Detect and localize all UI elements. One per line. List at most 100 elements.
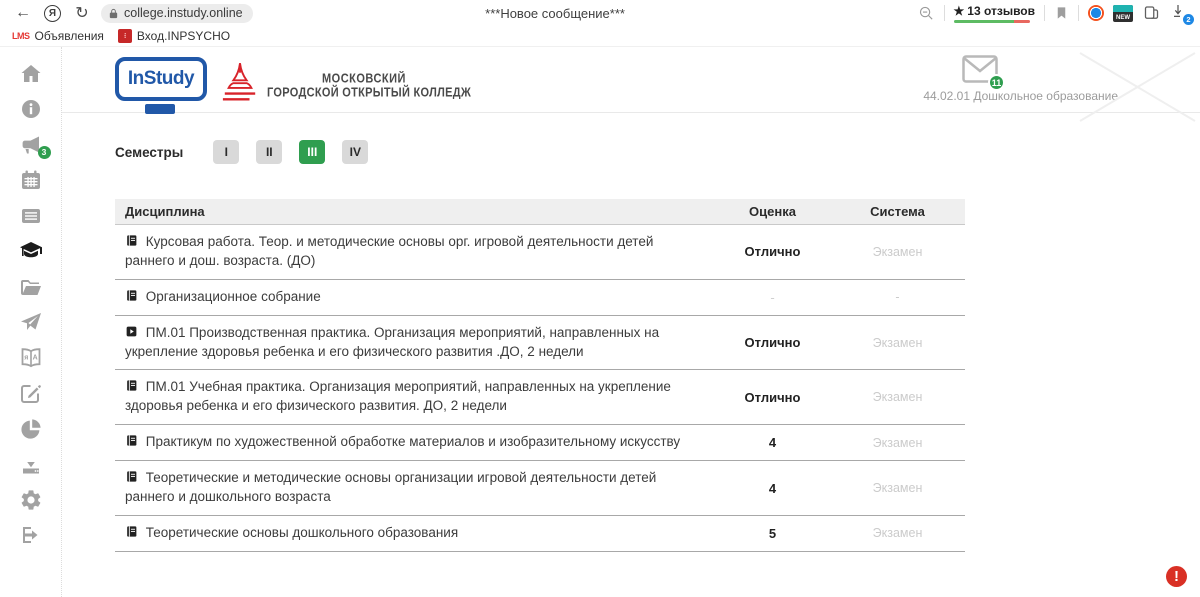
table-row[interactable]: Теоретические основы дошкольного образов… <box>115 516 965 552</box>
sidebar-item-education[interactable] <box>14 234 48 270</box>
system-value: Экзамен <box>830 526 965 540</box>
bookmark-lms[interactable]: LMS Объявления <box>8 29 108 43</box>
grade-value: Отлично <box>715 335 830 350</box>
column-grade: Оценка <box>715 204 830 219</box>
app-window: ← Я ↻ college.instudy.online ***Новое со… <box>0 0 1200 597</box>
table-header: Дисциплина Оценка Система <box>115 199 965 225</box>
sidebar-item-settings[interactable] <box>14 482 48 518</box>
logout-icon <box>19 523 43 547</box>
sidebar-item-info[interactable] <box>14 92 48 128</box>
address-bar[interactable]: college.instudy.online <box>101 4 253 23</box>
semester-button-I[interactable]: I <box>213 140 239 164</box>
sidebar-item-calendar[interactable] <box>14 163 48 199</box>
table-row[interactable]: Теоретические и методические основы орга… <box>115 461 965 516</box>
bookmark-flag-icon[interactable] <box>1054 5 1069 21</box>
semester-button-IV[interactable]: IV <box>342 140 368 164</box>
refresh-icon[interactable]: ↻ <box>69 3 95 23</box>
grades-table: Дисциплина Оценка Система Курсовая работ… <box>115 199 965 552</box>
bookmarks-bar: LMS Объявления Вход.INPSYCHO <box>0 26 1200 47</box>
sidebar-item-journal[interactable] <box>14 198 48 234</box>
bookmark-inpsycho[interactable]: Вход.INPSYCHO <box>114 29 234 43</box>
browser-toolbar: ← Я ↻ college.instudy.online ***Новое со… <box>0 0 1200 26</box>
semester-button-II[interactable]: II <box>256 140 282 164</box>
list-icon <box>19 204 43 228</box>
yandex-browser-icon[interactable]: Я <box>44 5 61 22</box>
college-name: МОСКОВСКИЙ ГОРОДСКОЙ ОТКРЫТЫЙ КОЛЛЕДЖ <box>267 72 471 100</box>
table-row[interactable]: Курсовая работа. Теор. и методические ос… <box>115 225 965 280</box>
reviews-rating-bar <box>954 20 1030 23</box>
close-icon[interactable] <box>1075 51 1200 123</box>
discipline-title: Практикум по художественной обработке ма… <box>115 433 715 452</box>
info-icon <box>19 97 43 121</box>
lock-icon <box>108 7 119 20</box>
discipline-title: ПМ.01 Учебная практика. Организация меро… <box>115 378 715 416</box>
system-value: Экзамен <box>830 436 965 450</box>
divider <box>1044 5 1045 21</box>
folder-icon <box>19 275 43 299</box>
column-system: Система <box>830 204 965 219</box>
divider <box>1078 5 1079 21</box>
column-discipline: Дисциплина <box>115 204 715 219</box>
grade-value: 4 <box>715 435 830 450</box>
table-row[interactable]: Практикум по художественной обработке ма… <box>115 425 965 461</box>
pie-chart-icon <box>19 417 43 441</box>
browser-extension-icon[interactable] <box>1088 5 1104 21</box>
download-icon <box>19 452 43 476</box>
gear-icon <box>19 488 43 512</box>
table-row[interactable]: ПМ.01 Производственная практика. Организ… <box>115 316 965 371</box>
grade-value: 5 <box>715 526 830 541</box>
sidebar-item-logout[interactable] <box>14 518 48 554</box>
new-extension-icon[interactable]: NEW <box>1113 5 1133 22</box>
error-notification-icon[interactable]: ! <box>1166 566 1187 587</box>
sidebar-item-statistics[interactable] <box>14 411 48 447</box>
grade-value: Отлично <box>715 390 830 405</box>
book-icon <box>125 234 138 247</box>
sidebar-item-messages[interactable] <box>14 305 48 341</box>
table-row[interactable]: Организационное собрание-- <box>115 280 965 316</box>
sidebar-item-translate[interactable]: Aя <box>14 340 48 376</box>
kremlin-tower-icon <box>221 61 259 111</box>
translate-icon: Aя <box>19 346 43 370</box>
star-icon: ★ <box>954 4 965 18</box>
table-row[interactable]: ПМ.01 Учебная практика. Организация меро… <box>115 370 965 425</box>
discipline-title: Курсовая работа. Теор. и методические ос… <box>115 233 715 271</box>
downloads-button[interactable]: 2 <box>1170 3 1190 23</box>
reviews-widget[interactable]: ★13 отзывов <box>954 4 1036 23</box>
zoom-out-icon[interactable] <box>918 5 935 22</box>
back-icon[interactable]: ← <box>10 4 36 22</box>
grade-value: - <box>715 290 830 305</box>
book-icon <box>125 289 138 302</box>
sidebar-item-home[interactable] <box>14 56 48 92</box>
college-logo: МОСКОВСКИЙ ГОРОДСКОЙ ОТКРЫТЫЙ КОЛЛЕДЖ <box>221 61 471 111</box>
sidebar-badge: 3 <box>38 146 51 159</box>
semester-button-III[interactable]: III <box>299 140 325 164</box>
graduation-cap-icon <box>19 239 43 263</box>
page-title: ***Новое сообщение*** <box>253 6 918 21</box>
mail-button[interactable]: 11 <box>962 55 998 85</box>
discipline-title: Теоретические и методические основы орга… <box>115 469 715 507</box>
divider <box>944 5 945 21</box>
system-value: Экзамен <box>830 245 965 259</box>
home-icon <box>19 62 43 86</box>
svg-text:A: A <box>32 354 37 361</box>
paper-plane-icon <box>19 310 43 334</box>
page-header: InStudy МОСКОВСКИЙ ГОРОДСКОЙ ОТКРЫТЫЙ КО… <box>62 47 1200 113</box>
reviews-count: 13 отзывов <box>967 4 1035 18</box>
collections-icon[interactable] <box>1142 4 1161 22</box>
sidebar-item-downloads[interactable] <box>14 447 48 483</box>
book-icon <box>125 470 138 483</box>
svg-text:я: я <box>24 354 28 361</box>
logo-monitor-stand <box>145 104 175 114</box>
book-icon <box>125 525 138 538</box>
sidebar-item-announcements[interactable]: 3 <box>14 127 48 163</box>
grade-value: 4 <box>715 481 830 496</box>
inpsycho-icon <box>118 29 132 43</box>
system-value: - <box>830 290 965 304</box>
system-value: Экзамен <box>830 336 965 350</box>
instudy-logo[interactable]: InStudy <box>115 57 207 101</box>
semester-selector: Семестры IIIIIIIV <box>115 140 385 164</box>
sidebar-item-edit[interactable] <box>14 376 48 412</box>
sidebar-item-materials[interactable] <box>14 269 48 305</box>
discipline-title: Теоретические основы дошкольного образов… <box>115 524 715 543</box>
book-icon <box>125 379 138 392</box>
